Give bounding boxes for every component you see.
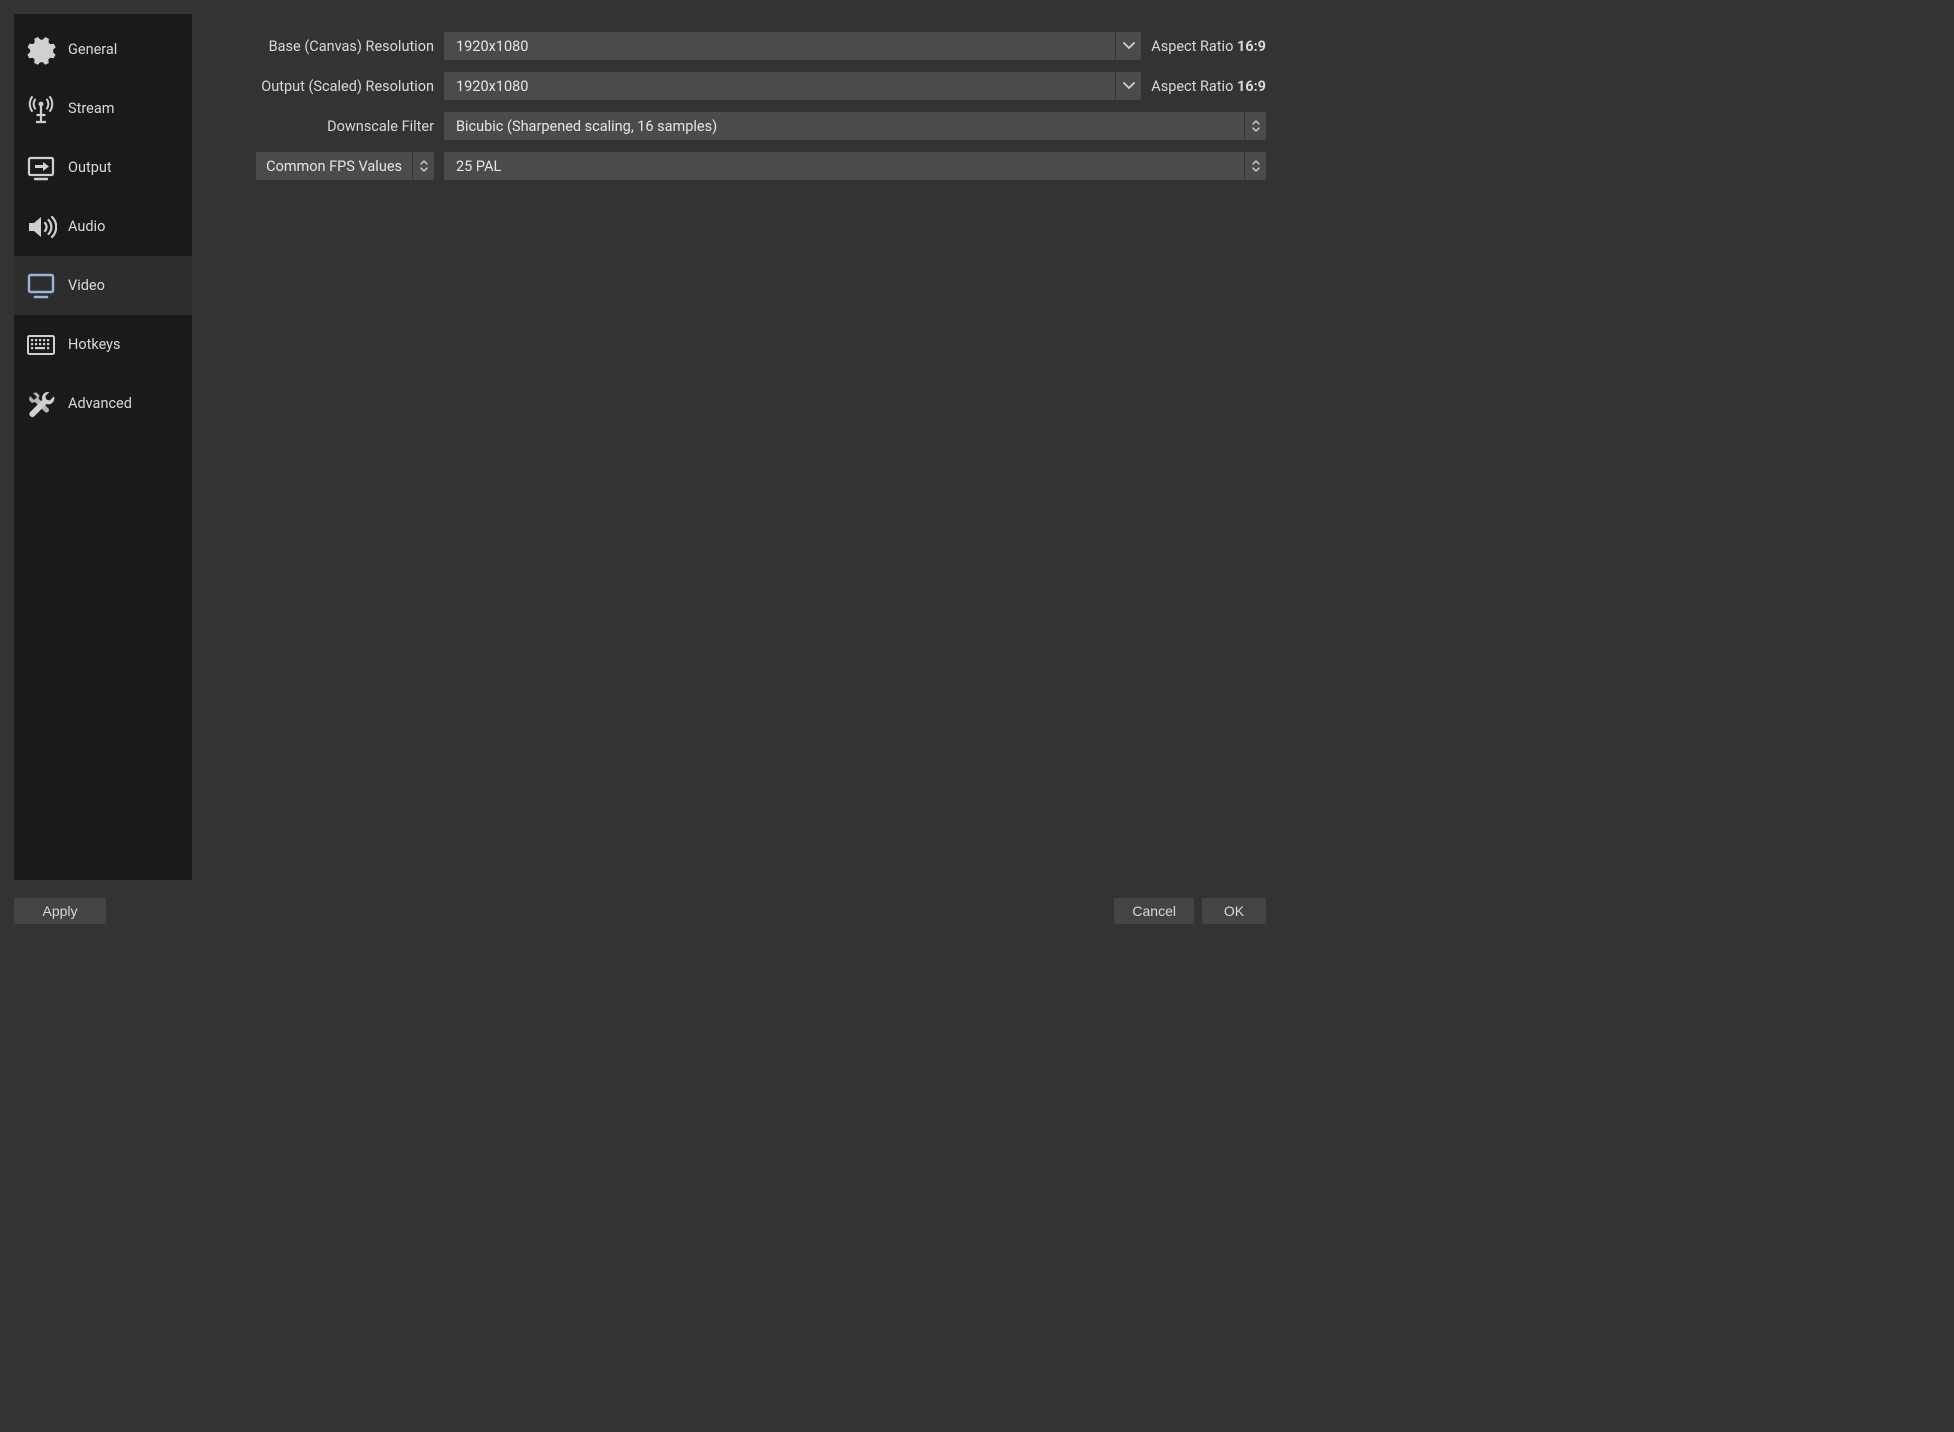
output-resolution-value: 1920x1080: [444, 78, 1115, 95]
sidebar-item-label: Audio: [68, 218, 105, 235]
dialog-footer: Apply Cancel OK: [14, 880, 1266, 924]
sidebar-item-stream[interactable]: Stream: [14, 79, 192, 138]
chevron-down-icon: [1115, 72, 1141, 100]
base-resolution-dropdown[interactable]: 1920x1080: [444, 32, 1141, 60]
cancel-button[interactable]: Cancel: [1114, 898, 1194, 924]
gear-icon: [24, 33, 58, 67]
updown-icon: [412, 152, 434, 180]
sidebar-item-video[interactable]: Video: [14, 256, 192, 315]
fps-mode-dropdown[interactable]: Common FPS Values: [256, 152, 434, 180]
ok-button[interactable]: OK: [1202, 898, 1266, 924]
settings-sidebar: General Stream Output Audio Video Hotkey…: [14, 14, 192, 880]
fps-mode-value: Common FPS Values: [256, 158, 412, 175]
fps-value: 25 PAL: [444, 158, 1244, 175]
sidebar-item-output[interactable]: Output: [14, 138, 192, 197]
downscale-filter-label: Downscale Filter: [212, 118, 434, 135]
base-resolution-label: Base (Canvas) Resolution: [212, 38, 434, 55]
fps-value-dropdown[interactable]: 25 PAL: [444, 152, 1266, 180]
downscale-filter-dropdown[interactable]: Bicubic (Sharpened scaling, 16 samples): [444, 112, 1266, 140]
sidebar-item-label: Video: [68, 277, 105, 294]
video-settings-panel: Base (Canvas) Resolution 1920x1080 Aspec…: [212, 14, 1266, 880]
output-aspect-ratio: Aspect Ratio 16:9: [1151, 78, 1266, 95]
updown-icon: [1244, 152, 1266, 180]
sidebar-item-label: Stream: [68, 100, 114, 117]
updown-icon: [1244, 112, 1266, 140]
base-aspect-ratio: Aspect Ratio 16:9: [1151, 38, 1266, 55]
sidebar-item-general[interactable]: General: [14, 20, 192, 79]
tools-icon: [24, 387, 58, 421]
speaker-icon: [24, 210, 58, 244]
keyboard-icon: [24, 328, 58, 362]
sidebar-item-label: Hotkeys: [68, 336, 121, 353]
monitor-icon: [24, 269, 58, 303]
sidebar-item-label: General: [68, 41, 117, 58]
sidebar-item-label: Output: [68, 159, 112, 176]
base-resolution-value: 1920x1080: [444, 38, 1115, 55]
output-icon: [24, 151, 58, 185]
chevron-down-icon: [1115, 32, 1141, 60]
antenna-icon: [24, 92, 58, 126]
output-resolution-dropdown[interactable]: 1920x1080: [444, 72, 1141, 100]
sidebar-item-advanced[interactable]: Advanced: [14, 374, 192, 433]
apply-button[interactable]: Apply: [14, 898, 106, 924]
sidebar-item-label: Advanced: [68, 395, 132, 412]
output-resolution-label: Output (Scaled) Resolution: [212, 78, 434, 95]
downscale-filter-value: Bicubic (Sharpened scaling, 16 samples): [444, 118, 1244, 135]
sidebar-item-hotkeys[interactable]: Hotkeys: [14, 315, 192, 374]
sidebar-item-audio[interactable]: Audio: [14, 197, 192, 256]
